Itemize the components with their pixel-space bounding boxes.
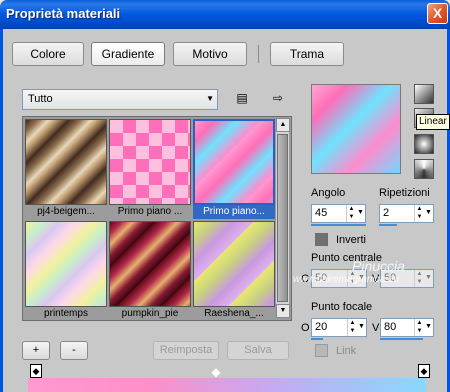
category-value: Tutto [28,93,53,105]
gallery-item[interactable]: Raeshena_... [193,221,275,319]
gallery-scrollbar[interactable]: ▲ ▼ [275,118,290,318]
gradient-swatch [193,221,275,307]
window-title: Proprietà materiali [6,6,121,21]
gallery-item-label: pj4-beigem... [37,206,95,217]
focal-y-label: V [372,322,380,334]
sunburst-style-icon[interactable] [414,134,434,154]
chevron-down-icon[interactable]: ▼ [424,209,433,216]
link-checkbox[interactable] [315,344,328,357]
focal-y-slider[interactable] [380,338,423,340]
focal-y-stepper[interactable]: 80 ▲ ▼ ▼ [380,318,434,337]
add-button[interactable]: + [22,341,50,360]
angle-slider[interactable] [311,224,366,226]
focal-x-stepper[interactable]: 20 ▲ ▼ ▼ [311,318,367,337]
focal-x-slider[interactable] [311,338,323,340]
scroll-up-icon[interactable]: ▲ [276,118,290,132]
reset-button[interactable]: Reimposta [153,341,219,360]
gradient-swatch [109,119,191,205]
gallery-item[interactable]: pumpkin_pie [109,221,191,319]
watermark-url: www.flairemagranica.eu [293,274,400,285]
angle-label: Angolo [311,187,346,199]
style-tooltip: Linear [416,114,450,130]
spin-arrows-icon[interactable]: ▲ ▼ [347,319,357,336]
gallery-item-label: Primo piano ... [117,206,183,217]
tab-gradiente[interactable]: Gradiente [91,42,165,66]
watermark-name: Pinuccia [352,258,405,274]
radial-style-icon[interactable] [414,159,434,179]
chevron-down-icon[interactable]: ▼ [357,323,366,330]
category-dropdown[interactable]: Tutto ▼ [22,89,218,110]
chevron-down-icon[interactable]: ▼ [356,209,365,216]
gallery-item[interactable]: Primo piano ... [109,119,191,217]
angle-stepper[interactable]: 45 ▲ ▼ ▼ [311,204,366,223]
gallery-item[interactable]: printemps [25,221,107,319]
title-bar: Proprietà materiali X [0,0,450,29]
invert-checkbox[interactable] [315,233,328,246]
repeats-label: Ripetizioni [379,187,430,199]
repeats-value: 2 [383,207,390,219]
gallery-item-label: pumpkin_pie [121,308,179,319]
list-view-icon[interactable]: ▤ [234,90,250,106]
gradient-gallery: pj4-beigem... Primo piano ... Primo pian… [22,116,292,321]
gradient-swatch [109,221,191,307]
gallery-item-label: Primo piano... [193,205,275,219]
gallery-item[interactable]: Primo piano... [193,119,275,219]
tab-motivo[interactable]: Motivo [173,42,247,66]
gallery-item[interactable]: pj4-beigem... [25,119,107,217]
angle-value: 45 [315,207,328,219]
end-color-marker[interactable]: ◆ [418,364,430,378]
chevron-down-icon: ▼ [206,94,214,103]
spin-arrows-icon[interactable]: ▲ ▼ [414,270,424,287]
focal-y-value: 80 [384,321,397,333]
gallery-item-label: printemps [44,308,88,319]
focal-x-label: O [301,322,310,334]
tab-trama[interactable]: Trama [270,42,344,66]
close-button[interactable]: X [427,3,448,24]
remove-button[interactable]: - [60,341,88,360]
linear-style-icon[interactable] [414,84,434,104]
repeats-stepper[interactable]: 2 ▲ ▼ ▼ [379,204,434,223]
chevron-down-icon[interactable]: ▼ [424,274,433,281]
spin-arrows-icon[interactable]: ▲ ▼ [414,205,424,222]
gradient-swatch [25,119,107,205]
tab-colore[interactable]: Colore [12,42,84,66]
link-label: Link [336,345,357,357]
arrow-right-icon[interactable]: ⇨ [270,90,286,106]
invert-label: Inverti [336,234,366,246]
gradient-editor-bar[interactable] [28,378,426,392]
scroll-down-icon[interactable]: ▼ [276,304,290,318]
gallery-item-label: Raeshena_... [204,308,264,319]
start-color-marker[interactable]: ◆ [30,364,42,378]
spin-arrows-icon[interactable]: ▲ ▼ [346,205,356,222]
gradient-swatch [193,119,275,205]
tab-separator [258,45,259,63]
gradient-preview [311,84,401,174]
spin-arrows-icon[interactable]: ▲ ▼ [414,319,424,336]
focal-x-value: 20 [315,321,328,333]
chevron-down-icon[interactable]: ▼ [424,323,433,330]
save-button[interactable]: Salva [227,341,289,360]
repeats-slider[interactable] [379,224,397,226]
focal-point-label: Punto focale [311,301,373,313]
gradient-swatch [25,221,107,307]
scroll-thumb[interactable] [277,134,288,302]
